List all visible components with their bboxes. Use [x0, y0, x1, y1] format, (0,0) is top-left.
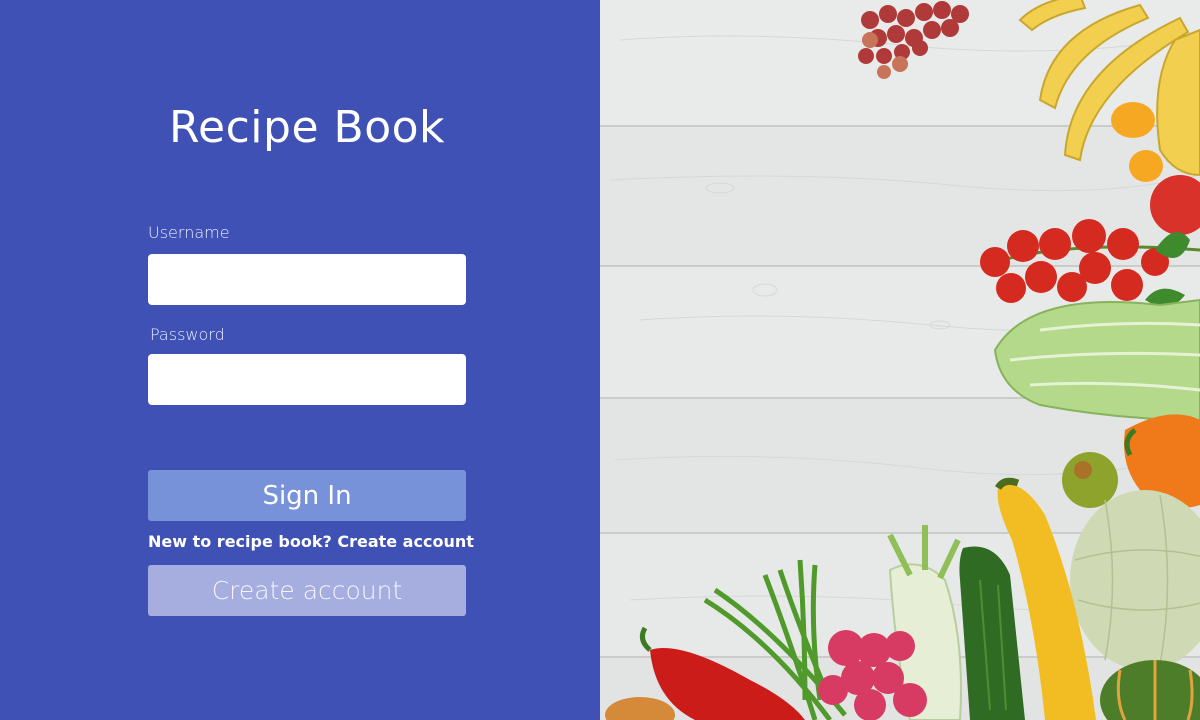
username-label: Username — [148, 223, 230, 242]
password-input[interactable] — [148, 354, 466, 405]
create-account-button[interactable]: Create account — [148, 565, 466, 616]
vegetables-photo — [600, 0, 1200, 720]
new-user-prompt: New to recipe book? Create account — [148, 532, 474, 551]
password-label: Password — [150, 325, 225, 344]
vegetables-illustration — [600, 0, 1200, 720]
create-account-link[interactable]: Create account — [337, 532, 474, 551]
new-user-text: New to recipe book? — [148, 532, 332, 551]
username-input[interactable] — [148, 254, 466, 305]
login-panel: Recipe Book Username Password Sign In Ne… — [0, 0, 600, 720]
sign-in-button[interactable]: Sign In — [148, 470, 466, 521]
app-title: Recipe Book — [168, 102, 446, 153]
